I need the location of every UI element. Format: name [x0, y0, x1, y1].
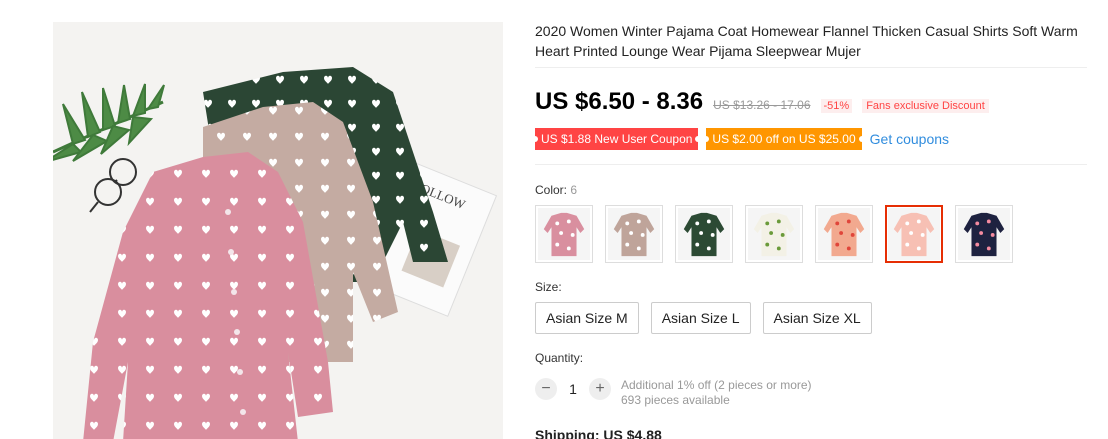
- quantity-input[interactable]: [557, 378, 589, 400]
- color-swatch-white-cactus[interactable]: [745, 205, 803, 263]
- color-selected-value: 6: [570, 183, 578, 197]
- product-detail-panel: 2020 Women Winter Pajama Coat Homewear F…: [531, 0, 1095, 439]
- current-price: US $6.50 - 8.36: [535, 88, 704, 115]
- get-coupons-link[interactable]: Get coupons: [870, 131, 949, 147]
- swatch-thumbnail: [748, 208, 800, 260]
- swatch-thumbnail: [888, 208, 940, 260]
- quantity-label: Quantity:: [535, 351, 584, 365]
- size-label: Size:: [535, 280, 562, 294]
- quantity-decrease-button[interactable]: −: [535, 378, 557, 400]
- color-swatch-green-heart[interactable]: [675, 205, 733, 263]
- product-page: FOLLOW 2020 Women Winter Pajama Coat Hom…: [0, 0, 1108, 439]
- size-options: Asian Size M Asian Size L Asian Size XL: [535, 302, 884, 334]
- shipping-price: Shipping: US $4.88: [535, 427, 662, 439]
- swatch-thumbnail: [678, 208, 730, 260]
- size-option-xl[interactable]: Asian Size XL: [762, 302, 872, 334]
- coupon-row: US $1.88 New User Coupon US $2.00 off on…: [531, 128, 949, 150]
- swatch-thumbnail: [608, 208, 660, 260]
- size-option-l[interactable]: Asian Size L: [650, 302, 751, 334]
- divider: [535, 67, 1087, 68]
- divider: [535, 164, 1087, 165]
- store-coupon[interactable]: US $2.00 off on US $25.00: [703, 128, 865, 150]
- stock-available-text: 693 pieces available: [621, 393, 730, 407]
- product-title: 2020 Women Winter Pajama Coat Homewear F…: [535, 23, 1078, 59]
- size-option-m[interactable]: Asian Size M: [535, 302, 639, 334]
- color-swatch-pink-fruit[interactable]: [815, 205, 873, 263]
- fans-discount-badge: Fans exclusive Discount: [862, 99, 989, 113]
- swatch-thumbnail: [818, 208, 870, 260]
- color-label-text: Color:: [535, 183, 568, 197]
- product-main-image[interactable]: FOLLOW: [53, 22, 503, 439]
- color-swatch-beige-heart[interactable]: [605, 205, 663, 263]
- discount-badge: -51%: [820, 99, 853, 113]
- quantity-increase-button[interactable]: +: [589, 378, 611, 400]
- swatch-thumbnail: [958, 208, 1010, 260]
- swatch-thumbnail: [538, 208, 590, 260]
- new-user-coupon[interactable]: US $1.88 New User Coupon: [531, 128, 702, 150]
- price-row: US $6.50 - 8.36 US $13.26 - 17.06 -51% F…: [535, 88, 989, 116]
- quantity-stepper: − + Additional 1% off (2 pieces or more)…: [535, 378, 812, 408]
- color-swatches: [535, 205, 1025, 263]
- color-swatch-navy-flamingo[interactable]: [955, 205, 1013, 263]
- bulk-discount-text: Additional 1% off (2 pieces or more): [621, 378, 812, 392]
- quantity-info: Additional 1% off (2 pieces or more) 693…: [621, 378, 812, 408]
- color-swatch-pink-heart[interactable]: [535, 205, 593, 263]
- original-price: US $13.26 - 17.06: [713, 98, 811, 112]
- color-label: Color: 6: [535, 183, 577, 197]
- color-swatch-pink-flamingo[interactable]: [885, 205, 943, 263]
